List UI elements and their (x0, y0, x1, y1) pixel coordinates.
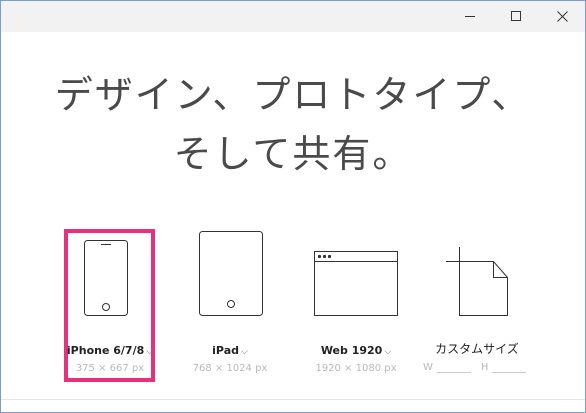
device-option-web[interactable] (311, 229, 401, 321)
custom-size-fields: W H (423, 361, 536, 373)
width-letter: W (423, 362, 433, 373)
device-option-custom[interactable] (443, 229, 515, 321)
minimize-icon (464, 11, 476, 22)
device-label-iphone[interactable]: iPhone 6/7/8 ⌵ (50, 344, 170, 357)
device-name: iPad (212, 344, 239, 357)
minimize-button[interactable] (447, 1, 493, 32)
height-input[interactable] (492, 361, 527, 373)
device-size-ipad: 768 × 1024 px (192, 363, 268, 374)
maximize-icon (510, 11, 522, 22)
headline-line-1: デザイン、プロトタイプ、 (54, 73, 532, 117)
title-bar (1, 1, 585, 32)
device-size-web: 1920 × 1080 px (315, 363, 397, 374)
custom-document-icon (443, 229, 515, 321)
close-button[interactable] (539, 1, 585, 32)
ipad-icon (197, 229, 265, 317)
divider (1, 399, 585, 400)
close-icon (556, 11, 568, 22)
device-name: Web 1920 (320, 344, 383, 357)
device-label-ipad[interactable]: iPad ⌵ (170, 344, 290, 357)
chevron-down-icon: ⌵ (146, 347, 154, 357)
headline-line-2: そして共有。 (173, 132, 413, 176)
width-input[interactable] (436, 361, 471, 373)
device-size-iphone: 375 × 667 px (75, 363, 145, 374)
chevron-down-icon: ⌵ (241, 347, 248, 357)
selected-device-highlight (64, 229, 155, 382)
app-window: デザイン、プロトタイプ、 そして共有。 iPhone 6/7/8 ⌵ 375 ×… (0, 0, 586, 413)
device-name: iPhone 6/7/8 (66, 344, 145, 357)
device-label-web[interactable]: Web 1920 ⌵ (296, 344, 416, 357)
custom-size-label: カスタムサイズ (435, 342, 519, 356)
chevron-down-icon: ⌵ (384, 347, 392, 357)
height-letter: H (480, 362, 489, 373)
browser-window-icon (311, 229, 401, 321)
maximize-button[interactable] (493, 1, 539, 32)
device-option-ipad[interactable] (197, 229, 265, 317)
